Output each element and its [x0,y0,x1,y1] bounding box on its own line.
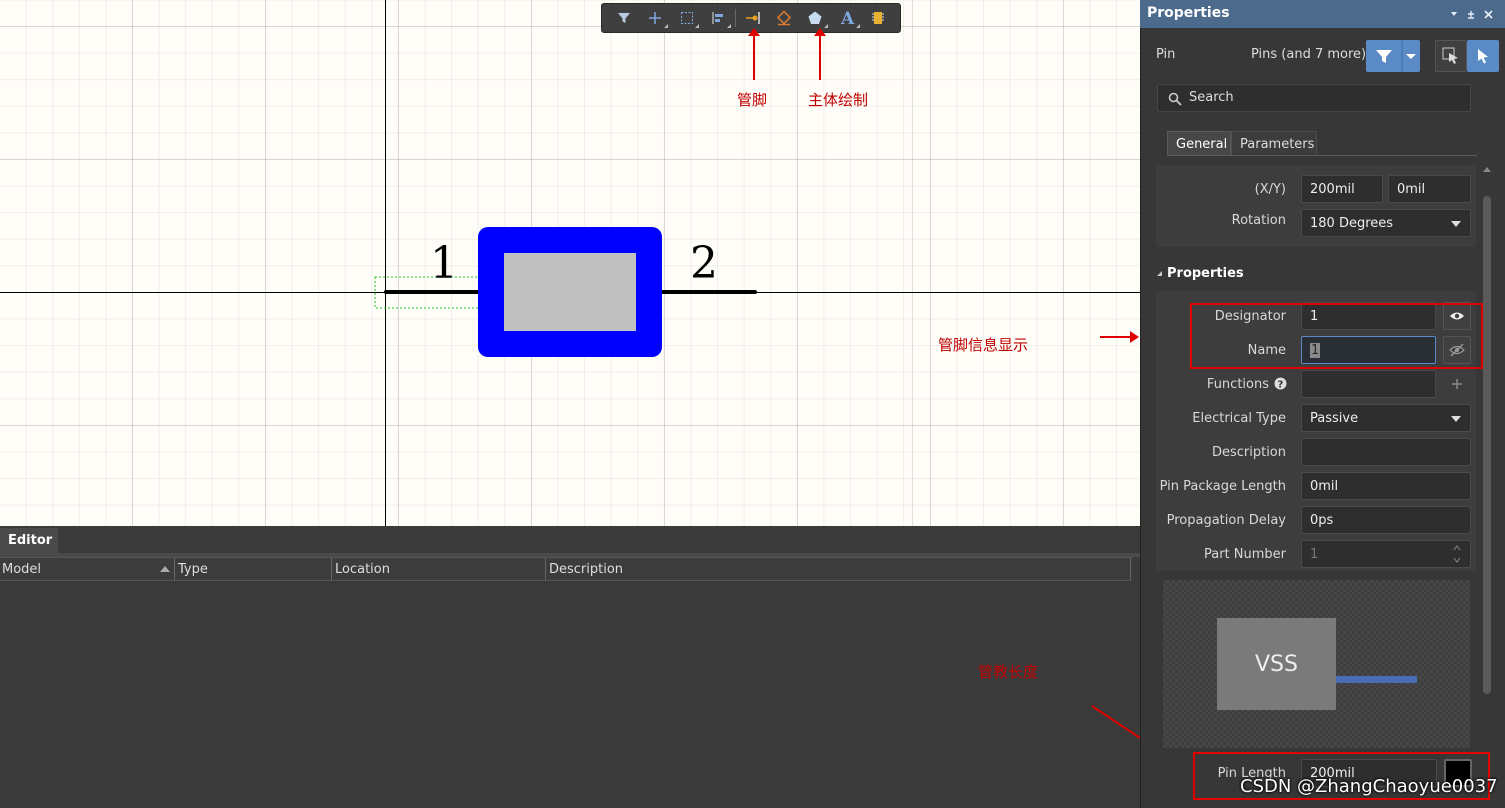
object-type-label: Pin [1156,47,1176,62]
column-type[interactable]: Type [178,562,208,577]
search-input[interactable]: Search [1157,84,1471,112]
add-function-icon[interactable] [1450,377,1464,391]
propagation-delay-label: Propagation Delay [1166,513,1286,528]
filter-summary: Pins (and 7 more) [1251,47,1367,62]
filter-icon [1376,40,1416,72]
pin-info-arrow [1100,331,1139,343]
editor-table-header: Model Type Location Description [0,557,1132,581]
pin2-end [753,290,757,294]
pin-icon [745,12,760,24]
svg-text:A: A [840,9,855,27]
select-rect-icon [680,12,693,24]
svg-text:?: ? [1278,380,1284,391]
add-icon [649,12,662,24]
stepper-arrows-icon [1453,545,1461,563]
sort-ascending-icon [160,566,170,572]
watermark: CSDN @ZhangChaoyue0037 [1240,776,1498,797]
pin-info-highlight-box [1190,303,1483,369]
description-input[interactable] [1301,438,1471,466]
component-button[interactable] [863,4,894,32]
propagation-delay-input[interactable]: 0ps [1301,506,1471,534]
pin-preview: VSS [1163,580,1470,748]
pin2-number: 2 [690,238,718,289]
filter-icon [617,13,630,23]
toolbar-separator [734,9,736,27]
column-location[interactable]: Location [335,562,390,577]
rotation-value: 180 Degrees [1310,216,1394,231]
scroll-up-icon[interactable] [1482,165,1492,173]
properties-scrollbar[interactable] [1483,196,1491,694]
select-objects-icon [1442,47,1458,64]
column-separator[interactable] [545,558,546,580]
electrical-type-select[interactable]: Passive [1301,404,1471,432]
column-description[interactable]: Description [549,562,623,577]
polygon-icon [808,11,822,24]
place-text-button[interactable]: A [831,4,862,32]
tab-editor[interactable]: Editor [0,528,58,554]
pin-annotation: 管脚 [737,91,768,109]
cursor-icon [1478,49,1488,64]
selection-filter-button[interactable] [1366,40,1420,72]
filter-button[interactable] [608,4,639,32]
part-number-stepper[interactable]: 1 [1301,540,1471,568]
select-button[interactable] [671,4,702,32]
column-separator [1130,558,1131,580]
search-placeholder: Search [1189,90,1234,105]
rotation-select[interactable]: 180 Degrees [1301,209,1471,237]
align-button[interactable] [702,4,733,32]
pin1-number: 1 [430,238,458,289]
tab-parameters[interactable]: Parameters [1231,131,1317,156]
preview-body: VSS [1217,618,1336,710]
chevron-down-icon [1451,221,1461,227]
part-number-value: 1 [1310,547,1319,562]
functions-input[interactable] [1301,370,1436,398]
schematic-canvas[interactable]: 1 2 A 管脚 主体绘制 管脚信息显示 [0,0,1140,526]
select-mode-button[interactable] [1467,40,1499,72]
properties-section-title[interactable]: Properties [1167,266,1244,281]
panel-window-controls [1451,10,1493,19]
component-icon [872,12,885,24]
place-button[interactable] [639,4,670,32]
pin-package-length-label: Pin Package Length [1159,479,1286,494]
close-icon [1484,10,1493,19]
location-x-input[interactable]: 200mil [1301,175,1383,203]
column-separator[interactable] [331,558,332,580]
location-label: (X/Y) [1254,182,1286,197]
tab-underline [1167,155,1477,156]
panel-menu-icon [1451,12,1457,16]
location-y-input[interactable]: 0mil [1388,175,1471,203]
chevron-down-icon [1451,416,1461,422]
select-objects-button[interactable] [1435,40,1467,72]
annotation-arrows [748,28,826,80]
search-icon [1168,92,1182,106]
pin-panel-icon [1468,11,1474,19]
eraser-icon [776,10,792,26]
pin1-end [384,290,388,294]
description-label: Description [1211,445,1286,460]
electrical-type-value: Passive [1310,411,1359,426]
body-annotation: 主体绘制 [808,91,869,109]
pin-package-length-input[interactable]: 0mil [1301,472,1471,500]
electrical-type-label: Electrical Type [1192,411,1286,426]
component-body-inner [504,253,636,331]
text-icon: A [840,9,855,27]
align-icon [712,12,724,24]
preview-pin-line [1336,676,1417,683]
functions-label: Functions [1206,377,1269,392]
panel-title: Properties [1147,5,1230,21]
tab-general[interactable]: General [1167,131,1231,156]
help-icon[interactable]: ? [1274,377,1287,390]
pin-info-annotation: 管脚信息显示 [938,336,1029,354]
column-separator[interactable] [174,558,175,580]
grid-line [912,0,913,526]
pin-length-annotation: 管教长度 [978,663,1039,681]
column-model[interactable]: Model [2,562,41,577]
rotation-label: Rotation [1231,213,1286,228]
part-number-label: Part Number [1203,547,1286,562]
collapse-triangle-icon[interactable] [1156,270,1164,278]
